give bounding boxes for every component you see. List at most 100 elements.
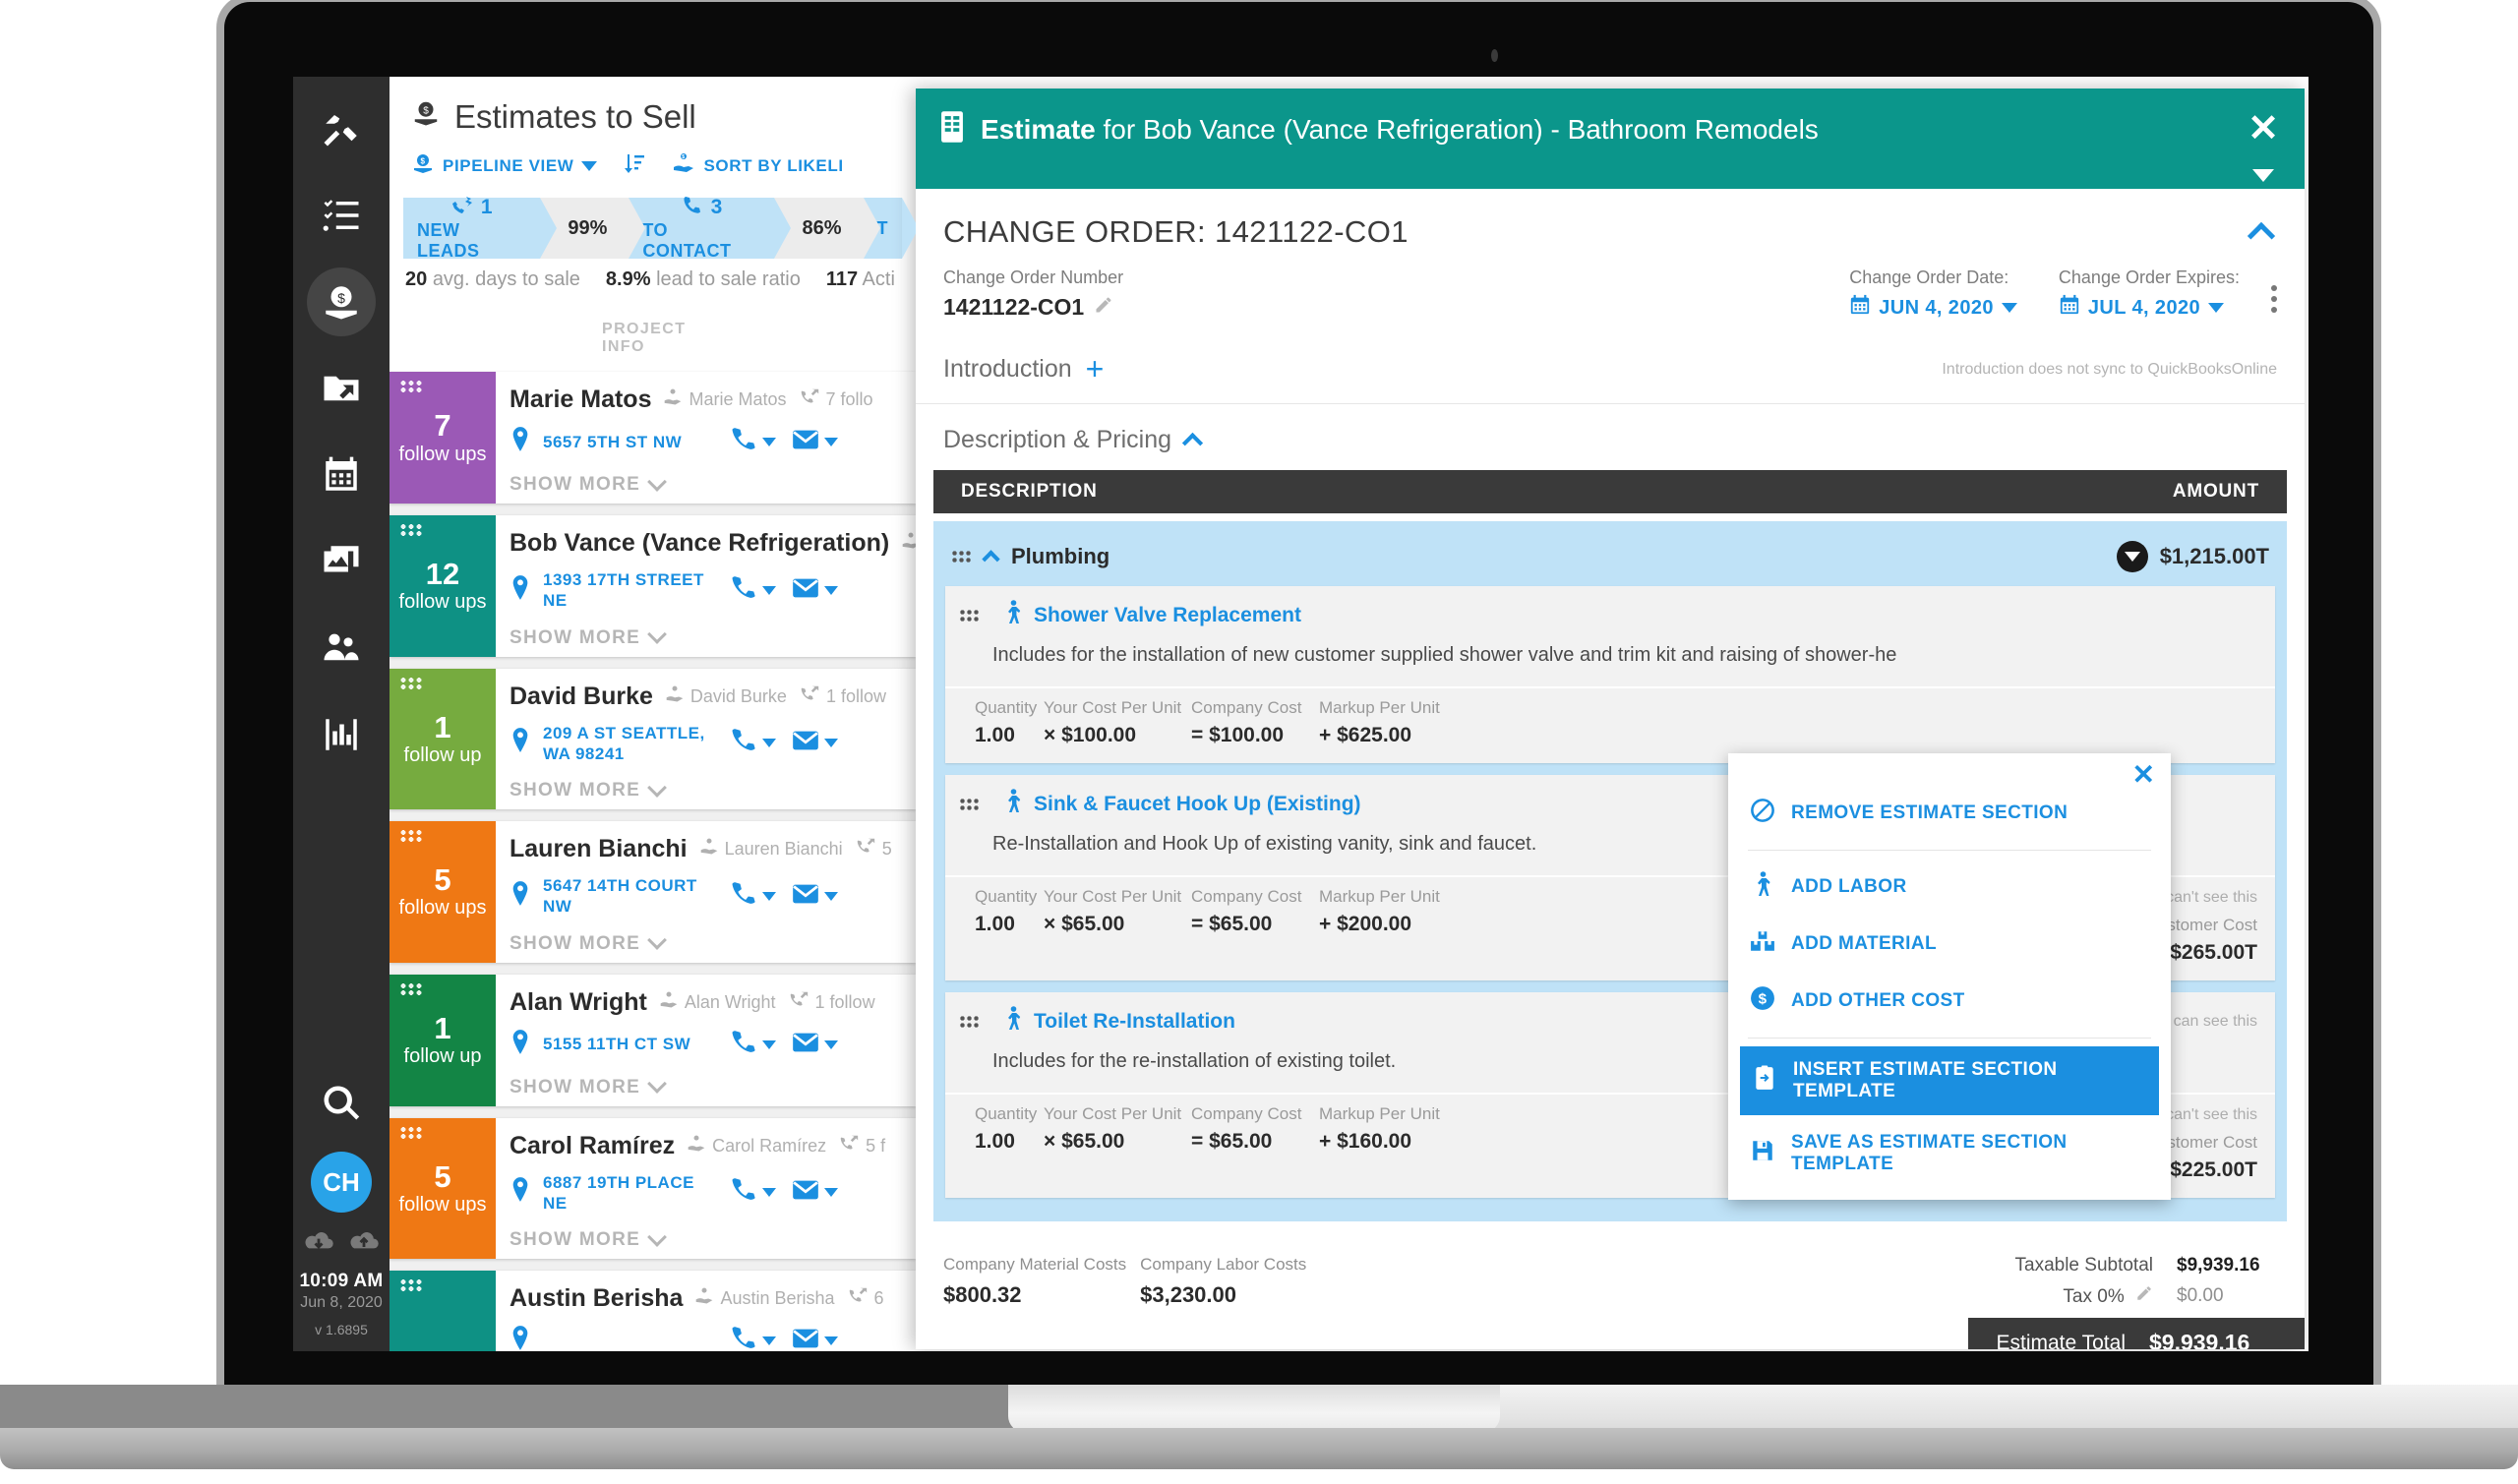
sort-button[interactable] bbox=[623, 151, 646, 180]
drag-handle-icon[interactable] bbox=[399, 829, 423, 843]
section-menu-icon[interactable] bbox=[2116, 541, 2148, 572]
email-button[interactable] bbox=[792, 727, 838, 759]
list-item[interactable]: 5 follow ups Carol Ramírez Carol Ramírez 5 f… bbox=[390, 1117, 916, 1259]
drag-handle-icon[interactable] bbox=[399, 981, 423, 996]
menu-item-walking-person[interactable]: ADD LABOR bbox=[1728, 859, 2171, 916]
drag-handle-icon[interactable] bbox=[951, 550, 971, 564]
list-column-headers: PROJECT INFO PRC bbox=[390, 299, 916, 372]
show-more-button[interactable]: SHOW MORE bbox=[510, 1226, 906, 1251]
chevron-down-icon bbox=[647, 1074, 667, 1094]
change-order-expires-picker[interactable]: JUL 4, 2020 bbox=[2059, 294, 2240, 322]
estimate-line-item[interactable]: Shower Valve Replacement Includes for the… bbox=[945, 586, 2275, 763]
call-button[interactable] bbox=[730, 574, 776, 607]
menu-item-no-entry[interactable]: REMOVE ESTIMATE SECTION bbox=[1728, 785, 2171, 842]
follow-up-label: follow ups bbox=[398, 591, 487, 614]
list-item[interactable]: 7 follow ups Marie Matos Marie Matos 7 follo… bbox=[390, 372, 916, 504]
list-item[interactable]: 1 follow up David Burke David Burke 1 follow… bbox=[390, 668, 916, 809]
email-button[interactable] bbox=[792, 1029, 838, 1061]
search-icon[interactable] bbox=[307, 1069, 376, 1138]
collapse-section-icon[interactable] bbox=[982, 550, 1000, 568]
follow-up-icon bbox=[855, 837, 876, 861]
line-item-name[interactable]: Shower Valve Replacement bbox=[1034, 604, 1301, 627]
owner-field: David Burke bbox=[665, 684, 787, 709]
call-button[interactable] bbox=[730, 1325, 776, 1351]
show-more-label: SHOW MORE bbox=[510, 932, 641, 954]
collapse-change-order-icon[interactable] bbox=[2247, 221, 2276, 251]
close-icon[interactable]: ✕ bbox=[2248, 110, 2279, 148]
pipeline-stage-to-contact[interactable]: 3 TO CONTACT bbox=[629, 196, 792, 261]
add-introduction-icon[interactable]: + bbox=[1086, 353, 1105, 385]
show-more-button[interactable]: SHOW MORE bbox=[510, 471, 906, 496]
line-item-name[interactable]: Toilet Re-Installation bbox=[1034, 1010, 1235, 1034]
follow-up-badge[interactable]: 1 follow up bbox=[390, 668, 496, 809]
pipeline-view-button[interactable]: $ PIPELINE VIEW bbox=[411, 151, 598, 180]
files-icon[interactable] bbox=[307, 354, 376, 423]
photos-icon[interactable] bbox=[307, 527, 376, 596]
show-more-button[interactable]: SHOW MORE bbox=[510, 624, 906, 649]
show-more-button[interactable]: SHOW MORE bbox=[510, 777, 906, 801]
chevron-down-icon bbox=[762, 585, 776, 595]
menu-item-label: REMOVE ESTIMATE SECTION bbox=[1791, 802, 2068, 823]
drag-handle-icon[interactable] bbox=[399, 523, 423, 537]
cost-value-quantity: 1.00 bbox=[975, 724, 1015, 746]
location-pin-icon bbox=[510, 727, 531, 759]
sidebar-item-estimates[interactable]: $ bbox=[307, 267, 376, 336]
description-pricing-row: Description & Pricing bbox=[916, 404, 2305, 470]
contacts-icon[interactable] bbox=[307, 614, 376, 683]
change-order-date-picker[interactable]: JUN 4, 2020 bbox=[1849, 294, 2017, 322]
follow-up-badge[interactable]: 5 follow ups bbox=[390, 1117, 496, 1259]
menu-item-boxes[interactable]: ADD MATERIAL bbox=[1728, 916, 2171, 973]
drag-handle-icon[interactable] bbox=[399, 1125, 423, 1140]
drag-handle-icon[interactable] bbox=[399, 380, 423, 393]
drag-handle-icon[interactable] bbox=[959, 797, 979, 811]
line-item-name[interactable]: Sink & Faucet Hook Up (Existing) bbox=[1034, 793, 1361, 816]
avatar[interactable]: CH bbox=[311, 1152, 372, 1213]
email-button[interactable] bbox=[792, 574, 838, 607]
edit-pencil-icon[interactable] bbox=[1094, 294, 1113, 321]
metric-active: 117 Acti bbox=[826, 268, 895, 291]
chevron-down-icon bbox=[647, 930, 667, 950]
calendar-icon[interactable] bbox=[307, 441, 376, 509]
drag-handle-icon[interactable] bbox=[399, 1278, 423, 1292]
pipeline-view-label: PIPELINE VIEW bbox=[443, 155, 574, 175]
call-button[interactable] bbox=[730, 727, 776, 759]
metric-avg-days: 20 avg. days to sale bbox=[405, 268, 580, 291]
list-item[interactable]: 5 follow ups Lauren Bianchi Lauren Bianchi 5… bbox=[390, 821, 916, 963]
reports-icon[interactable] bbox=[307, 700, 376, 769]
call-button[interactable] bbox=[730, 426, 776, 458]
chevron-down-icon[interactable] bbox=[2252, 169, 2275, 182]
menu-item-insert-template[interactable]: INSERT ESTIMATE SECTION TEMPLATE bbox=[1740, 1046, 2159, 1115]
call-button[interactable] bbox=[730, 880, 776, 913]
close-icon[interactable]: ✕ bbox=[2132, 761, 2155, 789]
checklist-icon[interactable] bbox=[307, 181, 376, 250]
more-options-icon[interactable] bbox=[2271, 285, 2277, 313]
pipeline-stage-new-leads[interactable]: 1 NEW LEADS bbox=[403, 196, 558, 261]
show-more-button[interactable]: SHOW MORE bbox=[510, 930, 906, 955]
follow-up-badge[interactable]: 12 follow ups bbox=[390, 515, 496, 657]
follow-up-badge[interactable]: 5 follow ups bbox=[390, 821, 496, 963]
email-button[interactable] bbox=[792, 1176, 838, 1209]
list-item[interactable]: 12 follow ups Bob Vance (Vance Refrigerati… bbox=[390, 515, 916, 657]
email-button[interactable] bbox=[792, 880, 838, 913]
list-item[interactable]: 1 follow up Alan Wright Alan Wright 1 follow… bbox=[390, 974, 916, 1106]
sort-by-likelihood-button[interactable]: $ SORT BY LIKELI bbox=[672, 151, 843, 180]
list-item[interactable]: Austin BerishaAustin Berisha6SHOW MORE bbox=[390, 1271, 916, 1351]
call-button[interactable] bbox=[730, 1029, 776, 1061]
follow-up-badge[interactable]: 7 follow ups bbox=[390, 372, 496, 504]
drag-handle-icon[interactable] bbox=[399, 676, 423, 690]
menu-item-save[interactable]: SAVE AS ESTIMATE SECTION TEMPLATE bbox=[1728, 1119, 2171, 1188]
call-button[interactable] bbox=[730, 1176, 776, 1209]
follow-up-badge[interactable] bbox=[390, 1271, 496, 1351]
drag-handle-icon[interactable] bbox=[959, 1014, 979, 1029]
hammer-icon[interactable] bbox=[307, 94, 376, 163]
email-button[interactable] bbox=[792, 426, 838, 458]
email-button[interactable] bbox=[792, 1325, 838, 1351]
cost-label-unit: Your Cost Per Unit bbox=[1044, 698, 1182, 717]
list-toolbar: $ PIPELINE VIEW $ SORT BY LIKELI bbox=[390, 148, 916, 194]
menu-item-dollar-circle[interactable]: $ ADD OTHER COST bbox=[1728, 973, 2171, 1030]
follow-up-badge[interactable]: 1 follow up bbox=[390, 974, 496, 1106]
show-more-button[interactable]: SHOW MORE bbox=[510, 1074, 906, 1098]
drag-handle-icon[interactable] bbox=[959, 608, 979, 623]
edit-tax-pencil-icon[interactable] bbox=[2129, 1286, 2153, 1307]
collapse-description-pricing-icon[interactable] bbox=[1181, 432, 1204, 454]
